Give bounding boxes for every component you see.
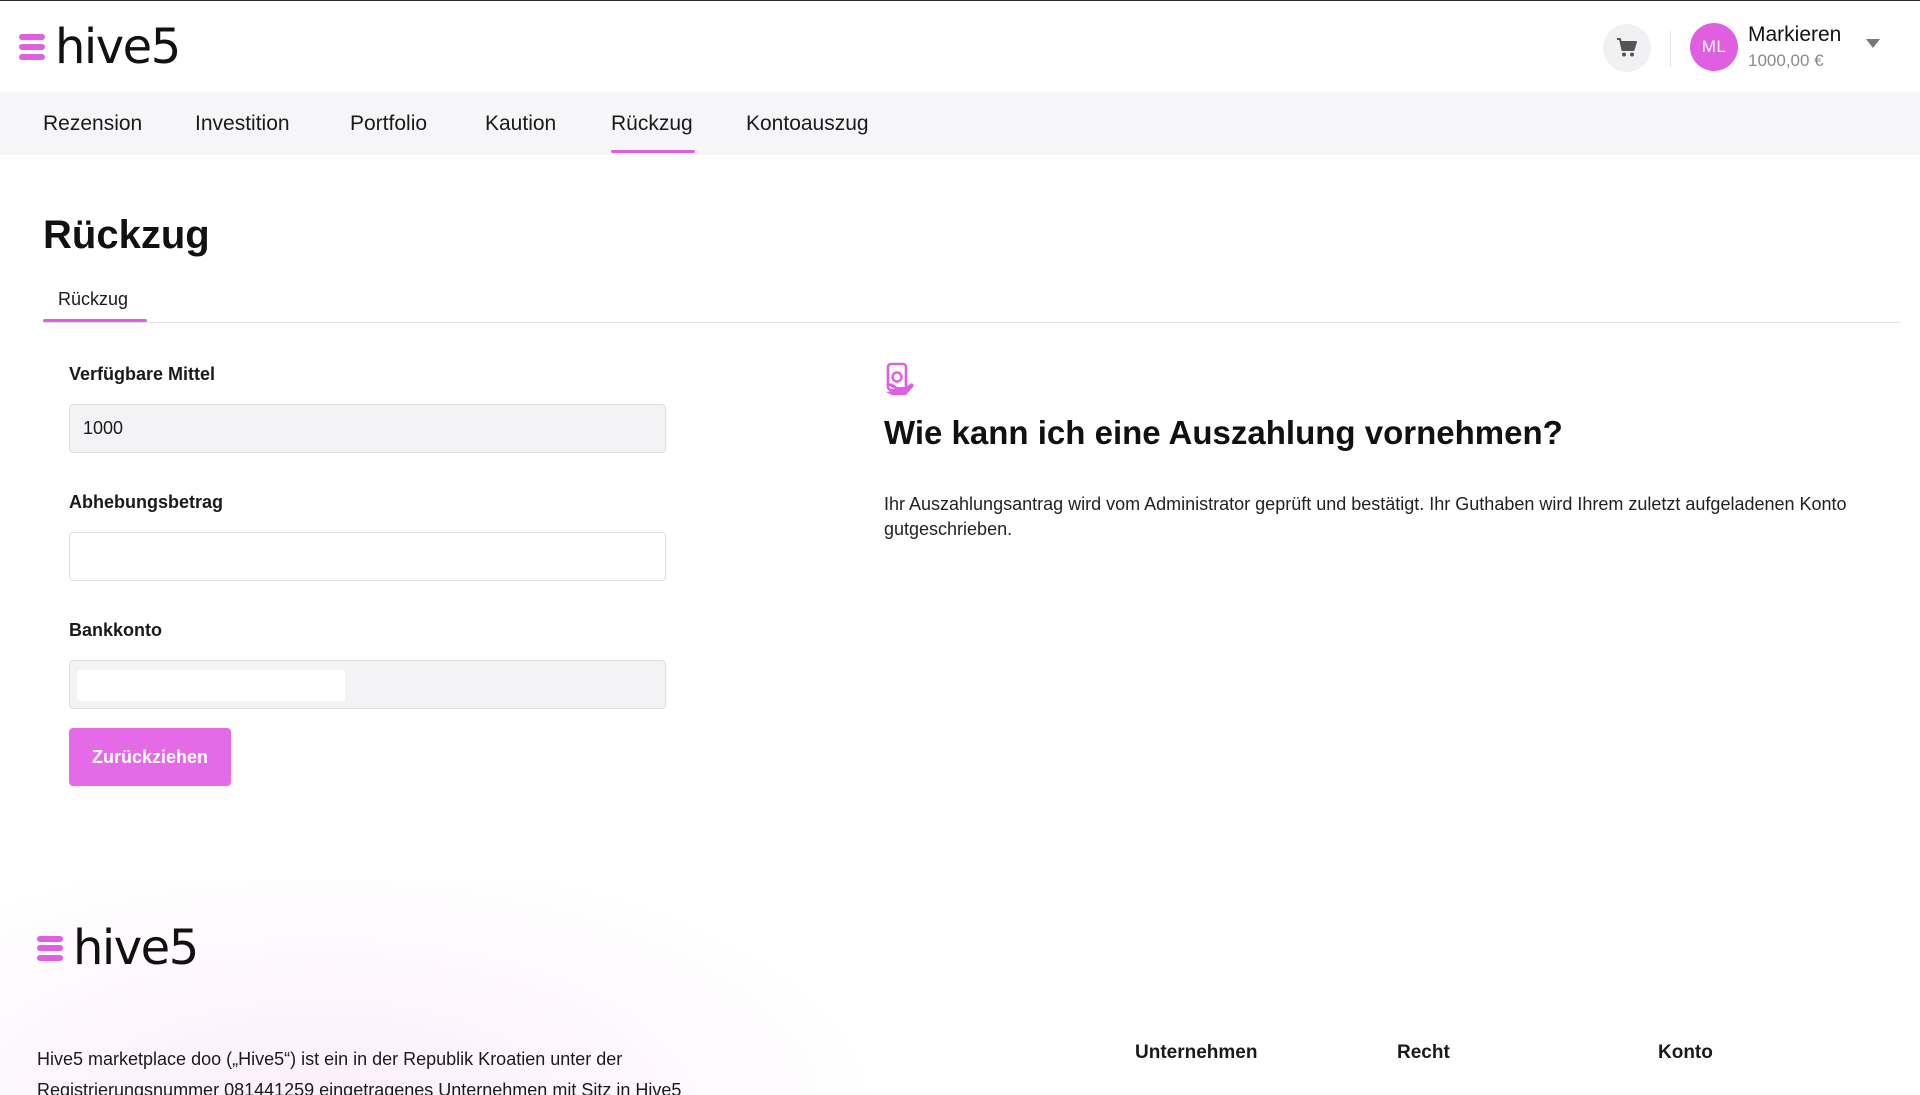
menu-bars-icon: [37, 935, 63, 961]
nav-item-rezension[interactable]: Rezension: [43, 112, 142, 136]
nav-item-kaution[interactable]: Kaution: [485, 112, 556, 136]
menu-bars-icon[interactable]: [19, 34, 45, 60]
bank-account-selected-value[interactable]: [77, 670, 345, 701]
page-title: Rückzug: [43, 213, 210, 257]
nav-item-portfolio[interactable]: Portfolio: [350, 112, 427, 136]
footer-heading-legal: Recht: [1397, 1042, 1450, 1063]
withdrawal-amount-input[interactable]: [69, 532, 666, 581]
nav-item-investition[interactable]: Investition: [195, 112, 290, 136]
header-divider: [1670, 31, 1671, 67]
footer-description: Hive5 marketplace doo („Hive5“) ist ein …: [37, 1049, 682, 1095]
tab-rueckzug[interactable]: Rückzug: [58, 289, 128, 310]
footer-heading-account: Konto: [1658, 1042, 1713, 1063]
nav-active-indicator: [611, 150, 695, 153]
tab-divider: [43, 322, 1900, 323]
top-header: hive5 ML Markieren 1000,00 €: [0, 0, 1920, 92]
footer-logo-wordmark: hive5: [73, 920, 199, 976]
hive5-logo[interactable]: hive5: [19, 19, 181, 75]
withdrawal-amount-label: Abhebungsbetrag: [69, 492, 224, 512]
user-balance: 1000,00 €: [1748, 51, 1824, 70]
footer-heading-company: Unternehmen: [1135, 1042, 1258, 1063]
cart-button[interactable]: [1603, 24, 1651, 72]
chevron-down-icon[interactable]: [1866, 39, 1880, 48]
available-funds-field[interactable]: [69, 404, 666, 453]
footer-logo[interactable]: hive5: [37, 920, 199, 976]
info-heading: Wie kann ich eine Auszahlung vornehmen?: [884, 414, 1563, 451]
main-nav: Rezension Investition Portfolio Kaution …: [0, 92, 1920, 155]
user-name[interactable]: Markieren: [1748, 23, 1841, 47]
nav-item-kontoauszug[interactable]: Kontoauszug: [746, 112, 869, 136]
logo-wordmark: hive5: [55, 19, 181, 75]
cart-icon: [1617, 38, 1637, 57]
nav-item-rueckzug[interactable]: Rückzug: [611, 112, 693, 136]
money-hand-icon: [886, 362, 914, 395]
withdraw-button[interactable]: Zurückziehen: [69, 728, 231, 786]
avatar[interactable]: ML: [1690, 23, 1738, 71]
info-text: Ihr Auszahlungsantrag wird vom Administr…: [884, 494, 1847, 539]
bank-account-label: Bankkonto: [69, 620, 163, 640]
available-funds-label: Verfügbare Mittel: [69, 364, 216, 384]
